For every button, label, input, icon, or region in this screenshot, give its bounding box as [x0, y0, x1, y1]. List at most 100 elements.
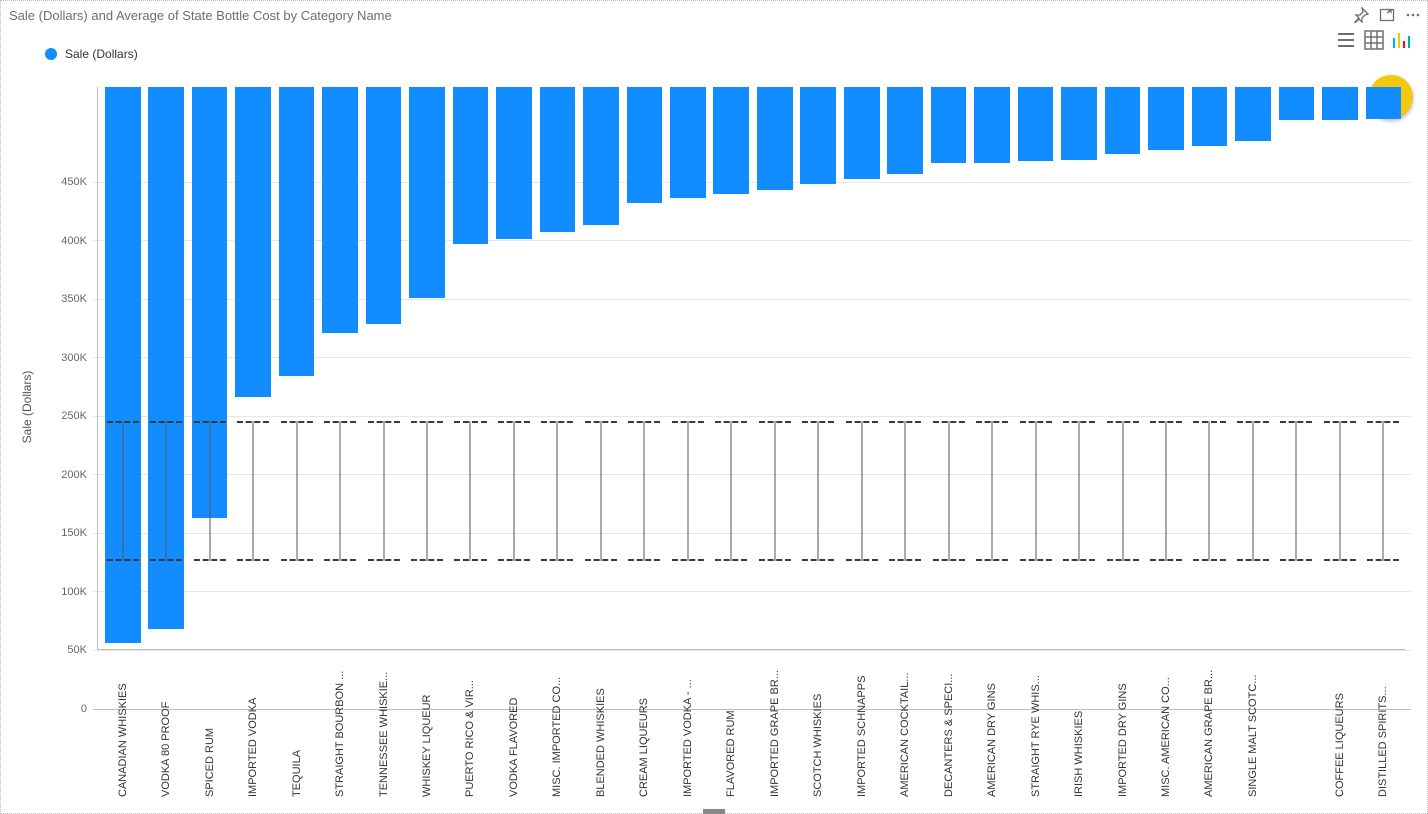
bar[interactable]	[887, 87, 923, 174]
bar-column	[492, 87, 535, 649]
error-bar	[1061, 421, 1097, 562]
bar[interactable]	[1279, 87, 1315, 120]
bar[interactable]	[670, 87, 706, 198]
x-tick-label: IMPORTED DRY GINS	[1101, 657, 1144, 807]
x-tick-label: TENNESSEE WHISKIE...	[362, 657, 405, 807]
bar[interactable]	[105, 87, 141, 643]
y-tick-label: 100K	[51, 586, 87, 598]
error-bar	[1192, 421, 1228, 562]
bar[interactable]	[496, 87, 532, 239]
bar[interactable]	[757, 87, 793, 190]
chart-view-icon[interactable]	[1391, 29, 1413, 51]
bar[interactable]	[148, 87, 184, 629]
legend: Sale (Dollars)	[1, 27, 1427, 61]
error-bar	[800, 421, 836, 562]
bar[interactable]	[1192, 87, 1228, 146]
x-tick-label: STRAIGHT BOURBON ...	[318, 657, 361, 807]
bar[interactable]	[540, 87, 576, 232]
x-tick-label: AMERICAN DRY GINS	[970, 657, 1013, 807]
error-bar	[366, 421, 402, 562]
x-axis-line	[97, 649, 1405, 650]
bar-column	[797, 87, 840, 649]
error-bar	[974, 421, 1010, 562]
x-tick-label: IMPORTED GRAPE BR...	[753, 657, 796, 807]
focus-mode-icon[interactable]	[1379, 7, 1395, 23]
bar[interactable]	[192, 87, 228, 518]
title-actions	[1353, 7, 1421, 23]
bar-column	[623, 87, 666, 649]
x-tick-label: MISC. IMPORTED CO...	[536, 657, 579, 807]
error-bar	[583, 421, 619, 562]
y-tick-label: 400K	[51, 235, 87, 247]
bar-column	[1275, 87, 1318, 649]
bar-column	[883, 87, 926, 649]
bar[interactable]	[844, 87, 880, 179]
error-bar	[235, 421, 271, 562]
bar-column	[1188, 87, 1231, 649]
error-bar	[627, 421, 663, 562]
error-bar	[409, 421, 445, 562]
bar[interactable]	[713, 87, 749, 194]
bar-column	[536, 87, 579, 649]
chart-title: Sale (Dollars) and Average of State Bott…	[9, 8, 392, 23]
x-tick-label: SINGLE MALT SCOTC...	[1231, 657, 1274, 807]
bar-column	[579, 87, 622, 649]
view-switch	[1335, 29, 1413, 51]
x-tick-label: AMERICAN COCKTAIL...	[883, 657, 926, 807]
bar-column	[188, 87, 231, 649]
list-view-icon[interactable]	[1335, 29, 1357, 51]
bar[interactable]	[1061, 87, 1097, 160]
x-tick-label: IMPORTED VODKA	[231, 657, 274, 807]
bar[interactable]	[1105, 87, 1141, 154]
y-tick-label: 150K	[51, 527, 87, 539]
x-tick-label: AMERICAN GRAPE BR...	[1188, 657, 1231, 807]
x-tick-label: STRAIGHT RYE WHIS...	[1014, 657, 1057, 807]
bar[interactable]	[1322, 87, 1358, 120]
resize-handle[interactable]	[703, 809, 725, 814]
grid-view-icon[interactable]	[1363, 29, 1385, 51]
bar[interactable]	[800, 87, 836, 184]
pin-icon[interactable]	[1353, 7, 1369, 23]
error-bar	[844, 421, 880, 562]
bar[interactable]	[1148, 87, 1184, 150]
bar[interactable]	[1018, 87, 1054, 161]
x-tick-label: DECANTERS & SPECI...	[927, 657, 970, 807]
bar-column	[1231, 87, 1274, 649]
x-tick-label: FLAVORED RUM	[710, 657, 753, 807]
bar[interactable]	[366, 87, 402, 324]
y-tick-label: 250K	[51, 410, 87, 422]
legend-marker-icon	[45, 48, 57, 60]
bar-column	[666, 87, 709, 649]
bar-column	[231, 87, 274, 649]
bar[interactable]	[627, 87, 663, 203]
bar[interactable]	[279, 87, 315, 376]
error-bar	[1105, 421, 1141, 562]
bar-column	[1362, 87, 1405, 649]
error-bar	[1322, 421, 1358, 562]
bar[interactable]	[322, 87, 358, 333]
bar-column	[144, 87, 187, 649]
error-bar	[496, 421, 532, 562]
error-bar	[1366, 421, 1402, 562]
x-tick-label: MISC. AMERICAN CO...	[1144, 657, 1187, 807]
x-tick-label: SPICED RUM	[188, 657, 231, 807]
error-bar	[670, 421, 706, 562]
bar[interactable]	[583, 87, 619, 225]
x-tick-label: COFFEE LIQUEURS	[1318, 657, 1361, 807]
more-options-icon[interactable]	[1405, 7, 1421, 23]
bar-column	[449, 87, 492, 649]
bar[interactable]	[453, 87, 489, 244]
bar[interactable]	[1366, 87, 1402, 119]
bar[interactable]	[974, 87, 1010, 163]
x-tick-label: CANADIAN WHISKIES	[101, 657, 144, 807]
y-axis-label: Sale (Dollars)	[20, 371, 34, 444]
bar[interactable]	[235, 87, 271, 397]
bar[interactable]	[931, 87, 967, 163]
error-bar	[1235, 421, 1271, 562]
x-tick-label: DISTILLED SPIRITS...	[1362, 657, 1405, 807]
bar[interactable]	[409, 87, 445, 298]
error-bar	[931, 421, 967, 562]
error-bar	[1279, 421, 1315, 562]
bar[interactable]	[1235, 87, 1271, 141]
gridline	[93, 650, 1411, 651]
